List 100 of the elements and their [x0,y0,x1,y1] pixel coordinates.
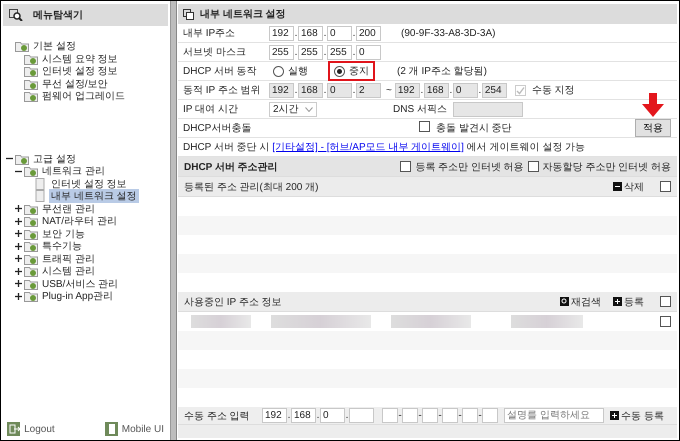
field-label: 동적 IP 주소 범위 [183,84,262,97]
tree-item[interactable]: 내부 네트워크 설정 [49,189,139,204]
checkbox-label: 수동 지정 [532,84,575,97]
tree-item[interactable]: 무선랜 관리 [40,202,97,216]
ip-octet-field[interactable]: 192 [262,408,287,423]
tree-item[interactable]: USB/서비스 관리 [40,276,120,291]
checkbox[interactable] [400,161,412,172]
dash-separator: - [438,410,442,421]
folder-icon [15,152,29,165]
page-icon [33,190,47,202]
ip-octet-field[interactable]: 168 [298,26,323,40]
dot-separator: . [294,28,298,38]
folder-icon [24,52,38,65]
folder-icon [24,165,38,178]
range-separator: ~ [386,84,392,96]
dot-separator: . [323,28,327,38]
tree-item[interactable]: 고급 설정 [31,152,78,166]
register-button[interactable]: 등록 [613,294,644,308]
expand-icon[interactable] [14,230,22,238]
checkbox[interactable] [528,161,539,172]
expand-icon[interactable] [14,205,22,212]
footer-link[interactable]: Logout [24,424,55,434]
ip-octet-field[interactable]: 168 [291,408,316,423]
checkbox[interactable] [660,316,671,327]
dash-separator: - [398,410,402,421]
ip-octet-field[interactable]: 255 [269,44,294,60]
radio-option[interactable]: 실행 [269,63,312,79]
section-title: 사용중인 IP 주소 정보 [184,296,282,308]
search-icon [9,9,23,21]
ip-octet-field[interactable] [349,408,374,423]
tree-item[interactable]: 특수기능 [40,239,84,254]
ip-octet-field[interactable]: 255 [327,44,352,60]
ip-octet-field[interactable]: 0 [327,26,352,40]
dot-separator: . [352,84,356,96]
phone-icon[interactable] [104,422,118,436]
ip-octet-field[interactable]: 0 [356,44,381,60]
field-label: 수동 주소 입력 [184,410,251,422]
mac-address: (90-9F-33-A8-3D-3A) [401,28,496,38]
expand-icon[interactable] [14,242,22,250]
folder-icon [24,290,38,302]
footer-link[interactable]: Mobile UI [122,424,164,434]
dot-separator: . [294,46,298,58]
mac-field[interactable] [422,408,438,423]
mac-field[interactable] [462,408,478,423]
mac-field[interactable] [482,408,498,423]
plus-icon [610,411,619,420]
tree-item[interactable]: 인터넷 설정 정보 [49,176,129,191]
allocation-note: (2 개 IP주소 할당됨) [397,65,488,78]
dash-separator: - [478,410,482,421]
manual-register-button[interactable]: 수동 등록 [610,408,664,422]
checkbox[interactable] [660,296,671,307]
folder-icon [24,78,38,90]
tree-item[interactable]: 트래픽 관리 [40,252,97,266]
expand-icon[interactable] [14,292,22,300]
field-label: IP 대여 시간 [183,103,239,116]
settings-link[interactable]: [기타설정] - [허브/AP모드 내부 게이트웨이] [272,142,464,153]
expand-icon[interactable] [14,218,22,225]
tree-item[interactable]: 시스템 요약 정보 [40,52,120,66]
folder-icon [24,65,38,78]
folder-icon [24,215,38,228]
expand-icon[interactable] [14,280,22,288]
page-icon [33,178,47,190]
delete-button[interactable]: 삭제 [613,180,644,194]
folder-icon [24,278,38,290]
mac-field[interactable] [402,408,418,423]
checkbox-label: 충돌 발견시 중단 [436,122,512,135]
tree-item[interactable]: 보안 기능 [40,226,87,241]
field-label: DHCP 서버 동작 [183,65,258,78]
section-title: DHCP 서버 주소관리 [184,160,278,174]
folder-icon [24,202,38,215]
ip-octet-field[interactable]: 0 [320,408,345,423]
checkbox[interactable] [419,121,430,132]
folder-icon [24,252,38,265]
tree-item[interactable]: 시스템 관리 [40,264,97,278]
mac-field[interactable] [442,408,458,423]
expand-icon[interactable] [14,255,22,262]
dot-separator: . [323,46,327,58]
dash-separator: - [418,410,422,421]
ip-octet-field[interactable]: 255 [298,44,323,60]
radio-option[interactable]: 중지 [330,63,373,79]
checkbox[interactable] [660,181,671,192]
checkbox-label: 자동할당 주소만 인터넷 허용 [542,160,671,174]
folder-icon [24,240,38,252]
tree-item[interactable]: 펌웨어 업그레이드 [40,89,127,104]
dot-separator: . [478,84,482,96]
lease-select[interactable]: 2시간 [269,102,317,116]
ip-octet-field[interactable]: 192 [269,26,294,40]
description-field[interactable]: 설명를 입력하세요 [504,408,604,423]
tree-item[interactable]: 무선 설정/보안 [40,76,110,91]
tree-item[interactable]: 기본 설정 [31,39,78,54]
tree-item[interactable]: 네트워크 관리 [40,164,107,178]
mac-field[interactable] [382,408,398,423]
tree-item[interactable]: NAT/라우터 관리 [40,214,119,228]
rescan-button[interactable]: 재검색 [560,294,601,308]
tree-item[interactable]: Plug-in App관리 [40,289,116,304]
ip-octet-field[interactable]: 200 [356,26,381,40]
logout-icon[interactable] [7,422,20,436]
expand-icon[interactable] [14,268,22,275]
tree-item[interactable]: 인터넷 설정 정보 [40,64,120,78]
apply-button[interactable]: 적용 [635,119,671,137]
